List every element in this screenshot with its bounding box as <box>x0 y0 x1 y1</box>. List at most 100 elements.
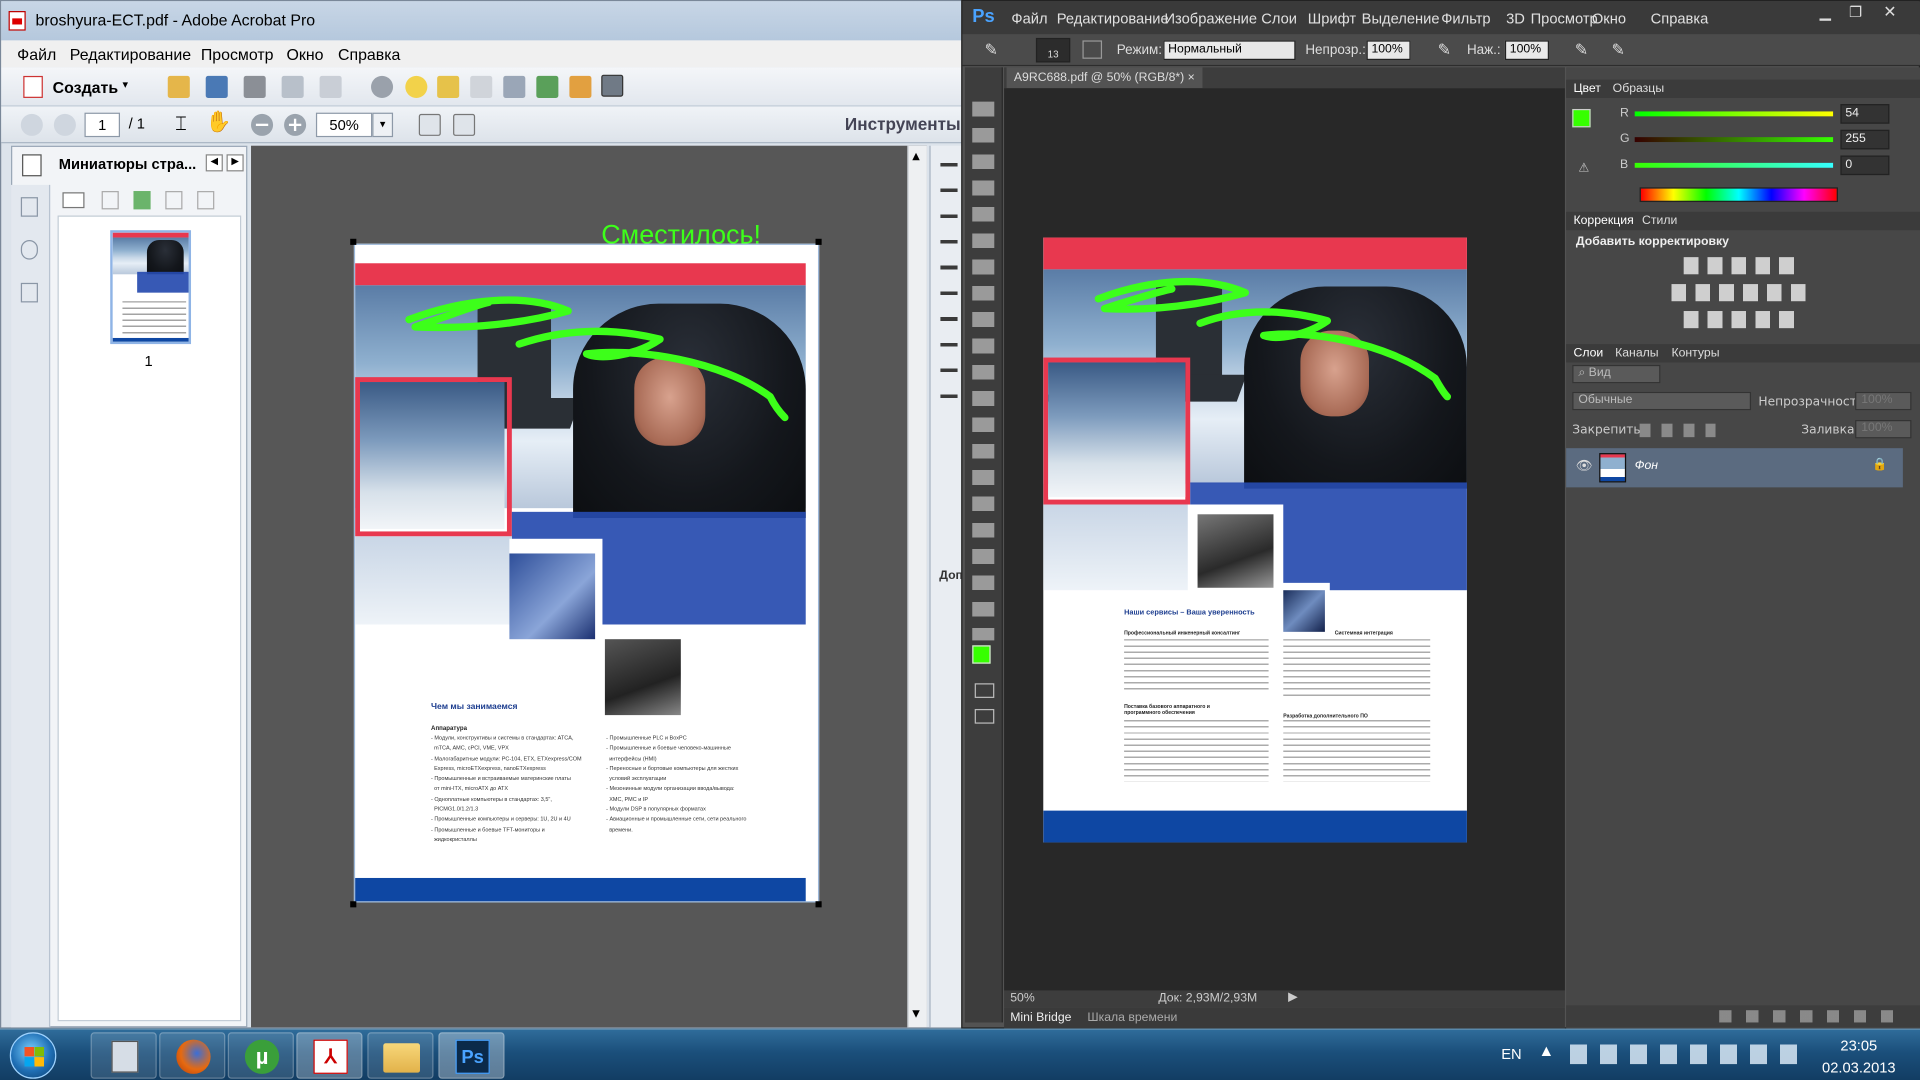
pressure-opacity-icon[interactable]: ✎ <box>1438 40 1451 60</box>
color-channel-slider[interactable] <box>1634 137 1834 143</box>
mode-select[interactable]: Нормальный <box>1163 40 1296 61</box>
document-tab[interactable]: A9RC688.pdf @ 50% (RGB/8*) × <box>1006 67 1203 89</box>
ps-menu-item[interactable]: Просмотр <box>1531 10 1598 27</box>
tab-close-icon[interactable]: × <box>1188 71 1195 84</box>
color-channel-input[interactable]: 255 <box>1840 129 1890 150</box>
taskbar-explorer[interactable] <box>367 1032 434 1079</box>
clock-time[interactable]: 23:05 <box>1840 1037 1877 1054</box>
eye-icon[interactable]: 👁 <box>1576 458 1593 474</box>
quick-mask-icon[interactable] <box>974 683 995 698</box>
minimize-icon[interactable]: ▁ <box>1820 4 1831 21</box>
ps-menu-item[interactable]: Справка <box>1651 10 1709 27</box>
layers-filter-select[interactable]: ⌕ Вид <box>1572 364 1661 384</box>
airbrush-icon[interactable]: ✎ <box>1575 40 1588 60</box>
tab-layers[interactable]: Слои <box>1573 347 1603 360</box>
ps-menu-item[interactable]: Слои <box>1261 10 1297 27</box>
signature-icon[interactable] <box>20 282 38 303</box>
ps-menu-item[interactable]: Фильтр <box>1441 10 1490 27</box>
scroll-down-icon[interactable]: ▼ <box>912 1008 920 1019</box>
attachment-icon[interactable] <box>20 240 38 260</box>
expand-icon[interactable]: ▶ <box>226 154 244 172</box>
tab-styles[interactable]: Стили <box>1642 214 1677 227</box>
gear-icon[interactable] <box>371 75 394 98</box>
color-spectrum[interactable] <box>1639 187 1838 203</box>
ps-menu-item[interactable]: 3D <box>1506 10 1525 27</box>
blend-mode-select[interactable]: Обычные <box>1572 391 1752 411</box>
page-number-input[interactable]: 1 <box>84 112 121 138</box>
sign-icon[interactable] <box>503 75 526 98</box>
pages-icon[interactable] <box>22 154 42 177</box>
ps-menu-item[interactable]: Окно <box>1592 10 1626 27</box>
clock-date[interactable]: 02.03.2013 <box>1822 1059 1896 1076</box>
menu-window[interactable]: Окно <box>287 45 324 63</box>
thumb-delete-icon[interactable] <box>197 191 215 210</box>
ps-menu-item[interactable]: Файл <box>1011 10 1047 27</box>
next-page-icon[interactable] <box>53 113 76 136</box>
tab-color[interactable]: Цвет <box>1573 82 1600 95</box>
thumb-rotate-icon[interactable] <box>165 191 183 210</box>
select-tool-icon[interactable] <box>601 74 624 97</box>
close-icon[interactable]: ✕ <box>1883 4 1896 22</box>
scroll-up-icon[interactable]: ▲ <box>912 151 920 162</box>
zoom-out-icon[interactable]: − <box>251 113 274 136</box>
tools-pane-arrows[interactable] <box>940 162 958 408</box>
tab-channels[interactable]: Каналы <box>1615 347 1658 360</box>
stamp-icon[interactable] <box>470 75 493 98</box>
highlight-icon[interactable] <box>437 75 460 98</box>
comment-icon[interactable] <box>405 75 428 98</box>
tab-timeline[interactable]: Шкала времени <box>1087 1011 1177 1024</box>
menu-file[interactable]: Файл <box>17 45 56 63</box>
thumb-options-icon[interactable] <box>62 192 85 209</box>
taskbar-calculator[interactable] <box>90 1032 157 1079</box>
taskbar-photoshop[interactable]: Ps <box>438 1032 505 1079</box>
ps-menu-item[interactable]: Шрифт <box>1308 10 1356 27</box>
layer-name[interactable]: Фон <box>1635 459 1658 472</box>
color-channel-input[interactable]: 54 <box>1840 104 1890 124</box>
thumb-insert-icon[interactable] <box>101 191 119 210</box>
foreground-color-swatch[interactable] <box>972 645 991 664</box>
vertical-scrollbar[interactable]: ▲ ▼ <box>907 145 927 1028</box>
taskbar-acrobat[interactable]: ⅄ <box>296 1032 363 1079</box>
lock-icons[interactable] <box>1639 423 1716 438</box>
tools-pane-label[interactable]: Инструменты <box>845 114 961 134</box>
chevron-down-icon[interactable]: ▾ <box>122 80 128 92</box>
brush-panel-icon[interactable] <box>1082 40 1103 59</box>
taskbar-firefox[interactable] <box>159 1032 226 1079</box>
tool-icons[interactable] <box>972 101 995 641</box>
select-cursor-icon[interactable]: ⌶ <box>175 111 187 135</box>
tray-icons[interactable] <box>1569 1044 1803 1065</box>
form-icon[interactable] <box>569 75 592 98</box>
status-arrow-icon[interactable]: ▶ <box>1288 991 1297 1004</box>
adjustment-icons-row3[interactable] <box>1683 311 1797 329</box>
fill-input[interactable]: 100% <box>1855 420 1912 439</box>
selection-handle[interactable] <box>350 901 357 908</box>
ps-canvas[interactable]: Наши сервисы – Ваша уверенность Професси… <box>1004 88 1565 991</box>
start-button[interactable] <box>9 1032 57 1079</box>
language-indicator[interactable]: EN <box>1501 1046 1521 1063</box>
color-channel-slider[interactable] <box>1634 162 1834 168</box>
create-button[interactable]: Создать <box>53 78 118 96</box>
tab-paths[interactable]: Контуры <box>1671 347 1719 360</box>
pressure-size-icon[interactable]: ✎ <box>1611 40 1624 60</box>
layer-row[interactable]: 👁 Фон 🔒 <box>1566 448 1903 488</box>
thumb-export-icon[interactable] <box>133 191 151 210</box>
email-icon[interactable] <box>319 75 342 98</box>
taskbar-utorrent[interactable]: µ <box>227 1032 294 1079</box>
collapse-icon[interactable]: ◀ <box>205 154 223 172</box>
save-icon[interactable] <box>205 75 228 98</box>
layer-opacity-input[interactable]: 100% <box>1855 391 1912 411</box>
fit-page-icon[interactable] <box>418 113 441 136</box>
page-thumbnail[interactable] <box>110 230 192 345</box>
prev-page-icon[interactable] <box>20 113 43 136</box>
screen-mode-icon[interactable] <box>974 708 995 724</box>
color-fg-swatch[interactable] <box>1572 108 1591 128</box>
opacity-input[interactable]: 100% <box>1366 40 1411 61</box>
layer-action-icons[interactable] <box>1719 1010 1903 1023</box>
tab-mini-bridge[interactable]: Mini Bridge <box>1010 1011 1071 1024</box>
adjustment-icons-row1[interactable] <box>1683 257 1797 275</box>
bookmark-icon[interactable] <box>20 197 38 217</box>
tray-expand-icon[interactable]: ▲ <box>1542 1044 1551 1057</box>
maximize-icon[interactable]: ❐ <box>1849 4 1862 21</box>
menu-view[interactable]: Просмотр <box>201 45 274 63</box>
flow-input[interactable]: 100% <box>1504 40 1549 61</box>
